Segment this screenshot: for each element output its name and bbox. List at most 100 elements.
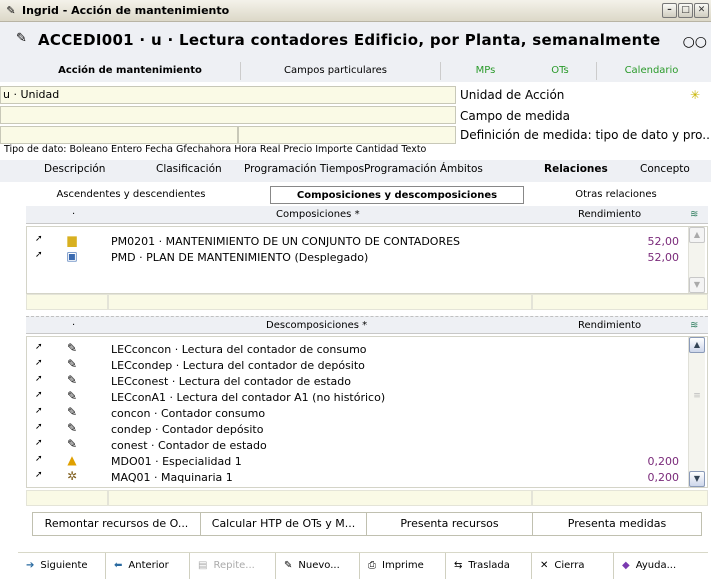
repite-label: Repite... <box>213 560 255 571</box>
desc-dot-col: · <box>72 320 76 331</box>
item-text: concon · Contador consumo <box>111 407 266 420</box>
meter-icon: ✎ <box>66 421 78 435</box>
imprime-label: Imprime <box>382 560 424 571</box>
maximize-button[interactable]: □ <box>678 3 693 18</box>
scroll-down-button[interactable]: ▼ <box>689 471 705 487</box>
arrow-icon: ➚ <box>35 250 43 260</box>
imprime-button[interactable]: ⎙ Imprime <box>360 553 446 579</box>
comp-scrollbar[interactable]: ▲ ▼ <box>688 227 705 293</box>
comp-filter-b[interactable] <box>108 294 532 310</box>
campo-field[interactable] <box>0 106 456 124</box>
help-icon: ◆ <box>622 560 630 571</box>
meter-icon: ✎ <box>66 341 78 355</box>
tab-composiciones[interactable]: Composiciones y descomposiciones <box>270 186 524 204</box>
scroll-up-button[interactable]: ▲ <box>689 337 705 353</box>
scroll-down-button[interactable]: ▼ <box>689 277 705 293</box>
tab-calendario[interactable]: Calendario <box>596 62 706 80</box>
anterior-label: Anterior <box>128 560 169 571</box>
scroll-grip-icon[interactable]: ≡ <box>691 391 703 403</box>
tab-descripcion[interactable]: Descripción <box>44 163 105 175</box>
tipo-dato-text: Tipo de dato: Boleano Entero Fecha Gfech… <box>4 144 427 155</box>
traslada-label: Traslada <box>468 560 510 571</box>
item-text: conest · Contador de estado <box>111 439 267 452</box>
binoculars-icon[interactable]: ○○ <box>683 34 707 50</box>
remontar-button[interactable]: Remontar recursos de O... <box>33 513 201 535</box>
presenta-medidas-button[interactable]: Presenta medidas <box>533 513 701 535</box>
list-item[interactable]: ➚ ▣ PMD · PLAN DE MANTENIMIENTO (Despleg… <box>27 249 707 265</box>
window-title: Ingrid - Acción de mantenimiento <box>22 4 230 17</box>
ayuda-label: Ayuda... <box>635 560 677 571</box>
comp-filter-icon[interactable]: ≋ <box>690 209 698 220</box>
sub-tabs: Descripción Clasificación Programación T… <box>0 160 711 182</box>
definicion-field-b[interactable] <box>238 126 456 144</box>
tab-concepto[interactable]: Concepto <box>640 163 690 175</box>
desc-header-label[interactable]: Descomposiciones * <box>266 320 367 331</box>
tab-accion[interactable]: Acción de mantenimiento <box>30 62 230 80</box>
list-item[interactable]: ➚ ✎ LECconcon · Lectura del contador de co… <box>27 341 707 357</box>
minimize-button[interactable]: – <box>662 3 677 18</box>
repite-button[interactable]: ▤ Repite... <box>190 553 276 579</box>
item-value: 52,00 <box>647 251 680 264</box>
list-item[interactable]: ➚ ✎ LECconA1 · Lectura del contador A1 (no… <box>27 389 707 405</box>
desc-rend-header[interactable]: Rendimiento <box>578 320 641 331</box>
cierra-button[interactable]: ✕ Cierra <box>532 553 614 579</box>
ayuda-button[interactable]: ◆ Ayuda... <box>614 553 702 579</box>
tab-ots[interactable]: OTs <box>530 62 590 80</box>
meter-icon: ✎ <box>66 389 78 403</box>
comp-rend-header[interactable]: Rendimiento <box>578 209 641 220</box>
comp-filter-a[interactable] <box>26 294 108 310</box>
tab-clasificacion[interactable]: Clasificación <box>156 163 222 175</box>
tab-ascendentes[interactable]: Ascendentes y descendientes <box>26 186 236 204</box>
tab-otras[interactable]: Otras relaciones <box>536 186 696 204</box>
list-item[interactable]: ➚ ✎ LECcondep · Lectura del contador de de… <box>27 357 707 373</box>
traslada-button[interactable]: ⇆ Traslada <box>446 553 532 579</box>
plan-icon: ▣ <box>66 249 78 263</box>
item-text: LECconA1 · Lectura del contador A1 (no h… <box>111 391 386 404</box>
list-item[interactable]: ➚ ✎ conest · Contador de estado <box>27 437 707 453</box>
definicion-field-a[interactable] <box>0 126 238 144</box>
arrow-icon: ➚ <box>35 342 43 352</box>
desc-scrollbar[interactable]: ▲ ≡ ▼ <box>688 337 705 487</box>
close-button[interactable]: ✕ <box>694 3 709 18</box>
list-item[interactable]: ➚ ✎ concon · Contador consumo <box>27 405 707 421</box>
anterior-button[interactable]: ⬅ Anterior <box>106 553 190 579</box>
siguiente-button[interactable]: ➔ Siguiente <box>18 553 106 579</box>
comp-filter-c[interactable] <box>532 294 708 310</box>
list-item[interactable]: ➚ ▲ MDO01 · Especialidad 1 0,200 <box>27 453 707 469</box>
new-icon: ✎ <box>284 560 293 571</box>
list-item[interactable]: ➚ ✎ condep · Contador depósito <box>27 421 707 437</box>
unidad-field[interactable]: u · Unidad <box>0 86 456 104</box>
close-icon: ✕ <box>540 560 549 571</box>
tab-prog-ambitos[interactable]: Programación Ámbitos <box>364 163 483 175</box>
comp-header-label[interactable]: Composiciones * <box>276 209 360 220</box>
nuevo-label: Nuevo... <box>298 560 340 571</box>
relation-tabs: Ascendentes y descendientes Composicione… <box>26 186 706 204</box>
tab-prog-tiempos[interactable]: Programación Tiempos <box>244 163 364 175</box>
item-text: MAQ01 · Maquinaria 1 <box>111 471 233 484</box>
tab-campos[interactable]: Campos particulares <box>240 62 430 80</box>
gear-icon: ✲ <box>66 469 78 483</box>
presenta-recursos-button[interactable]: Presenta recursos <box>367 513 533 535</box>
record-header: ✎ ACCEDI001 · u · Lectura contadores Edi… <box>0 22 711 58</box>
comp-dot-col: · <box>72 209 76 220</box>
desc-filter-b[interactable] <box>108 490 532 506</box>
list-item[interactable]: ➚ ✎ LECconest · Lectura del contador de es… <box>27 373 707 389</box>
list-item[interactable]: ➚ ▆ PM0201 · MANTENIMIENTO DE UN CONJUNT… <box>27 233 707 249</box>
desc-filter-c[interactable] <box>532 490 708 506</box>
calcular-button[interactable]: Calcular HTP de OTs y M... <box>201 513 367 535</box>
item-value: 0,200 <box>647 471 680 484</box>
tab-relaciones[interactable]: Relaciones <box>544 163 608 175</box>
desc-filter-icon[interactable]: ≋ <box>690 320 698 331</box>
bottom-toolbar: ➔ Siguiente ⬅ Anterior ▤ Repite... ✎ Nuevo..… <box>18 552 708 579</box>
scroll-up-button[interactable]: ▲ <box>689 227 705 243</box>
meter-icon: ✎ <box>66 437 78 451</box>
list-item[interactable]: ➚ ✲ MAQ01 · Maquinaria 1 0,200 <box>27 469 707 485</box>
tab-mps[interactable]: MPs <box>440 62 530 80</box>
sun-icon[interactable]: ✳ <box>690 88 700 102</box>
nuevo-button[interactable]: ✎ Nuevo... <box>276 553 360 579</box>
item-text: LECconest · Lectura del contador de esta… <box>111 375 351 388</box>
folder-icon: ▆ <box>67 233 77 247</box>
record-title: ACCEDI001 · u · Lectura contadores Edifi… <box>38 31 661 49</box>
meter-icon: ✎ <box>66 405 78 419</box>
desc-filter-a[interactable] <box>26 490 108 506</box>
